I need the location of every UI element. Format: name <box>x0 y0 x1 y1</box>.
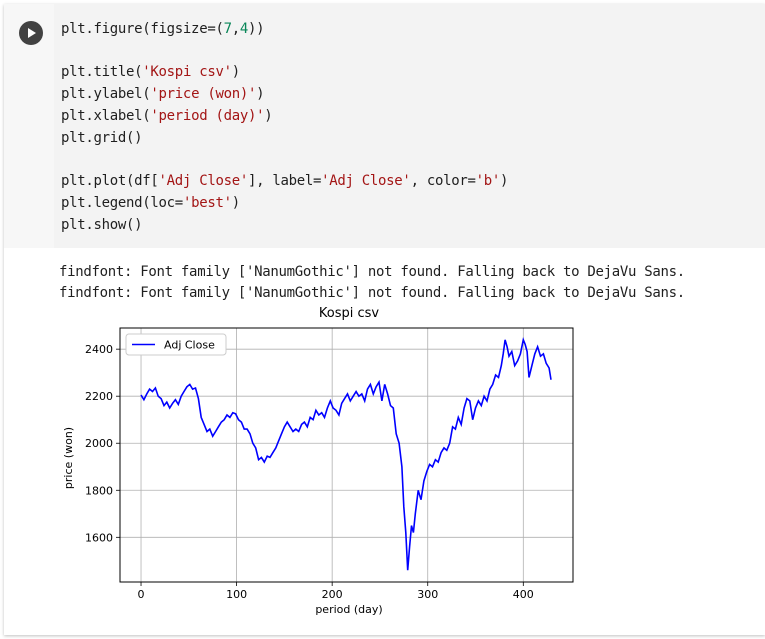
code-editor[interactable]: plt.figure(figsize=(7,4)) plt.title('Kos… <box>54 4 765 248</box>
run-cell-button[interactable] <box>19 21 43 45</box>
code-line: plt.plot(df['Adj Close'], label='Adj Clo… <box>61 173 509 189</box>
legend: Adj Close <box>125 333 227 356</box>
y-tick-label: 2400 <box>85 343 113 356</box>
series-line-adj-close <box>140 337 552 571</box>
legend-label: Adj Close <box>164 339 215 352</box>
y-tick-label: 1600 <box>85 531 113 544</box>
x-axis-label: period (day) <box>315 603 382 616</box>
x-tick-label: 400 <box>513 588 534 601</box>
stderr-line: findfont: Font family ['NanumGothic'] no… <box>59 285 685 301</box>
code-line: plt.ylabel('price (won)') <box>61 86 265 102</box>
axes-frame <box>119 327 574 583</box>
notebook-code-cell: plt.figure(figsize=(7,4)) plt.title('Kos… <box>4 4 765 635</box>
code-line: plt.grid() <box>61 130 143 146</box>
y-axis-label: price (won) <box>62 427 75 489</box>
code-line: plt.title('Kospi csv') <box>61 64 240 80</box>
code-line: plt.legend(loc='best') <box>61 195 240 211</box>
cell-gutter <box>4 4 54 248</box>
y-tick-label: 2200 <box>85 390 113 403</box>
x-tick-label: 300 <box>417 588 438 601</box>
chart-title: Kospi csv <box>319 306 380 321</box>
x-tick-label: 100 <box>226 588 247 601</box>
play-icon <box>28 28 36 38</box>
matplotlib-figure: Kospi csv price (won) period (day) 0 100 2… <box>62 306 574 616</box>
code-line: plt.show() <box>61 217 143 233</box>
grid-lines <box>120 328 573 582</box>
code-line: plt.xlabel('period (day)') <box>61 108 273 124</box>
cell-output: findfont: Font family ['NanumGothic'] no… <box>4 248 765 635</box>
y-tick-label: 2000 <box>85 437 113 450</box>
axis-ticks: 0 100 200 300 400 1600 1800 2000 2200 2400 <box>85 343 534 601</box>
x-tick-label: 200 <box>322 588 343 601</box>
stderr-line: findfont: Font family ['NanumGothic'] no… <box>59 264 685 280</box>
code-line: plt.figure(figsize=(7,4)) <box>61 21 265 37</box>
x-tick-label: 0 <box>138 588 145 601</box>
y-tick-label: 1800 <box>85 484 113 497</box>
